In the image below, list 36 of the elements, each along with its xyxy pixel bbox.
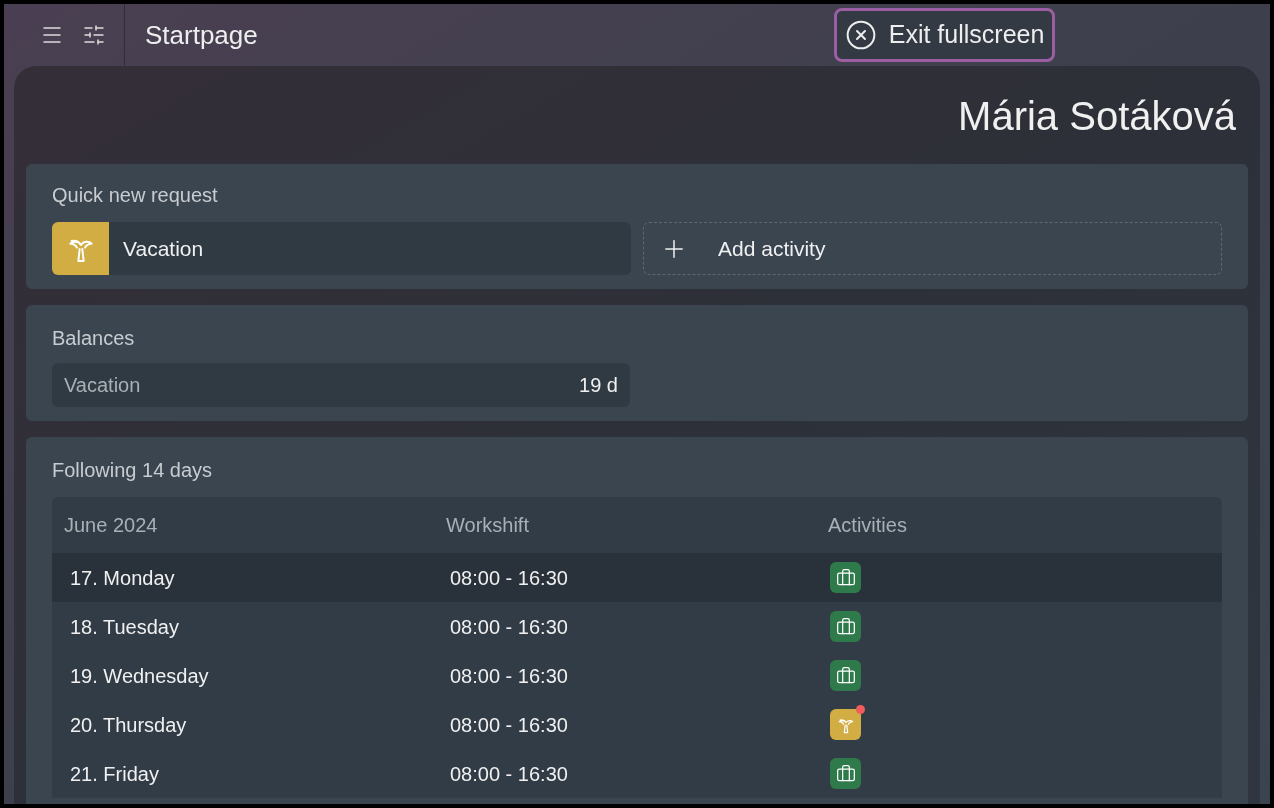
balance-label: Vacation <box>64 373 141 398</box>
day-row[interactable]: 18. Tuesday 08:00 - 16:30 <box>52 602 1222 651</box>
balance-value: 19 d <box>579 373 618 398</box>
shift-cell-text: 08:00 - 16:30 <box>450 565 569 591</box>
column-header: June 2024 <box>64 513 159 538</box>
day-cell-text: 18. Tuesday <box>70 614 180 640</box>
card-title: Following 14 days <box>52 458 214 483</box>
page-title: Startpage <box>145 18 258 52</box>
briefcase-badge[interactable] <box>830 611 861 642</box>
day-cell-text: 21. Friday <box>70 761 160 787</box>
shift-cell-text: 08:00 - 16:30 <box>450 614 569 640</box>
column-header: Workshift <box>446 513 530 538</box>
day-row[interactable]: 19. Wednesday 08:00 - 16:30 <box>52 651 1222 700</box>
briefcase-badge[interactable] <box>830 758 861 789</box>
briefcase-badge[interactable] <box>830 660 861 691</box>
column-header: Activities <box>828 513 908 538</box>
day-cell-text: 17. Monday <box>70 565 176 591</box>
sliders-icon <box>82 23 106 47</box>
settings-button[interactable] <box>82 23 106 47</box>
shift-cell-text: 08:00 - 16:30 <box>450 761 569 787</box>
palm-tree-badge[interactable] <box>830 709 861 740</box>
card-title: Balances <box>52 326 136 351</box>
vacation-request-button[interactable]: Vacation <box>52 222 631 275</box>
shift-cell-text: 08:00 - 16:30 <box>450 712 569 738</box>
add-activity-button[interactable]: Add activity <box>643 222 1222 275</box>
day-cell-text: 19. Wednesday <box>70 663 210 689</box>
exit-fullscreen-button[interactable]: Exit fullscreen <box>833 8 1056 62</box>
day-row[interactable]: 17. Monday 08:00 - 16:30 <box>52 553 1222 602</box>
day-row[interactable]: 20. Thursday 08:00 - 16:30 <box>52 700 1222 749</box>
shift-cell-text: 08:00 - 16:30 <box>450 663 569 689</box>
briefcase-badge[interactable] <box>830 562 861 593</box>
close-icon <box>844 19 877 51</box>
day-row[interactable]: 21. Friday 08:00 - 16:30 <box>52 749 1222 798</box>
card-title: Quick new request <box>52 183 219 208</box>
user-name: Mária Sotáková <box>958 93 1236 140</box>
day-cell-text: 20. Thursday <box>70 712 188 738</box>
